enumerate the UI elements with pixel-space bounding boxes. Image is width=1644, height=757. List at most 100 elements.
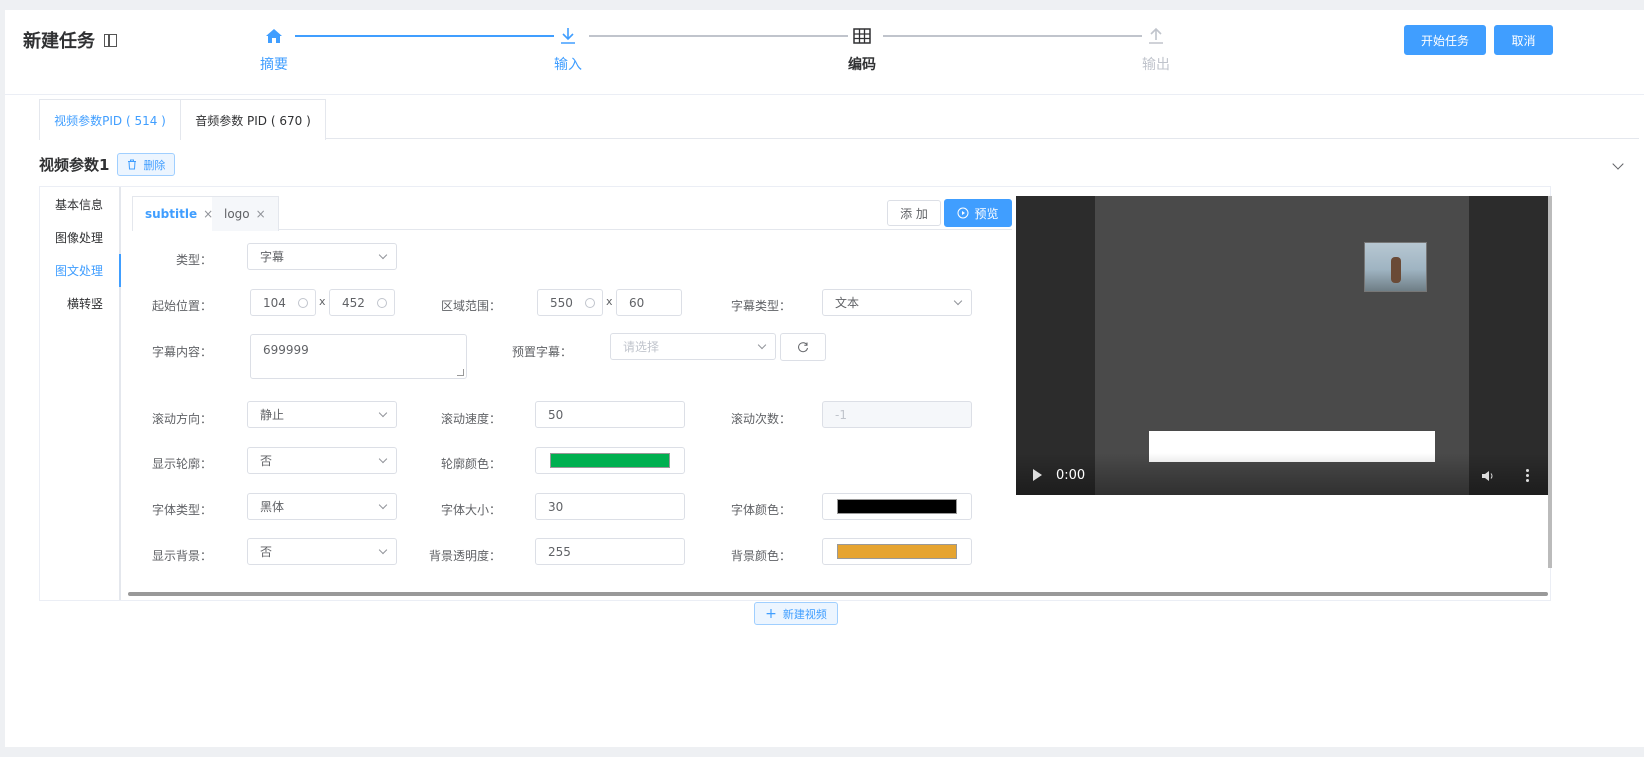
step-connector [883,35,1142,37]
scroll-dir-select[interactable]: 静止 [247,401,397,428]
tab-label: logo [224,207,250,221]
bg-alpha-label: 背景透明度： [428,549,501,563]
preview-label: 预览 [974,206,999,221]
area-height-value: 60 [629,295,645,310]
outline-color-label: 轮廓颜色： [440,457,501,471]
bg-select[interactable]: 否 [247,538,397,565]
area-label: 区域范围： [440,299,501,313]
upload-icon [1126,24,1186,48]
chevron-down-icon [378,250,388,260]
video-letterbox [1016,196,1095,495]
step-label: 输入 [554,57,582,73]
chevron-down-icon [378,454,388,464]
tab-logo[interactable]: logo × [212,196,279,231]
side-nav-item-basic[interactable]: 基本信息 [38,188,119,221]
step-encode[interactable]: 编码 [832,24,892,74]
type-label: 类型： [175,253,212,267]
font-size-input[interactable]: 30 [535,493,685,520]
step-progress: 摘要 输入 编码 输出 [5,10,1644,95]
trash-icon [128,159,137,170]
resize-handle-icon[interactable] [457,369,464,376]
table-icon [832,24,892,48]
video-preview[interactable]: 0:00 [1016,196,1548,495]
outline-value: 否 [260,454,273,468]
chevron-down-icon[interactable] [1612,158,1624,170]
font-size-value: 30 [548,499,564,514]
pid-tabs: 视频参数PID ( 514 ) 音频参数 PID ( 670 ) [39,99,1639,140]
check-circle-icon [585,298,595,308]
font-size-label: 字体大小： [440,503,501,517]
step-label: 摘要 [260,57,288,73]
scroll-count-label: 滚动次数： [730,412,791,426]
play-icon[interactable] [1033,469,1042,481]
outline-select[interactable]: 否 [247,447,397,474]
area-height-input[interactable]: 60 [616,289,682,316]
close-icon[interactable]: × [256,207,266,221]
font-type-select[interactable]: 黑体 [247,493,397,520]
sub-type-select[interactable]: 文本 [822,289,972,316]
start-y-input[interactable]: 452 [329,289,395,316]
step-input[interactable]: 输入 [538,24,598,74]
step-connector [295,35,554,37]
preview-button[interactable]: 预览 [944,199,1012,227]
font-type-value: 黑体 [260,500,285,514]
download-icon [538,24,598,48]
delete-button[interactable]: 删除 [117,153,176,176]
type-select[interactable]: 字幕 [247,243,397,270]
plus-icon: + [765,605,777,622]
scroll-speed-input[interactable]: 50 [535,401,685,428]
more-options-icon[interactable] [1526,469,1529,483]
start-pos-label: 起始位置： [151,299,212,313]
subtitle-content-textarea[interactable]: 699999 [250,334,467,379]
section-header: 视频参数1 删除 [39,153,176,176]
side-nav-item-graphic[interactable]: 图文处理 [40,254,121,287]
bg-label: 显示背景： [151,549,212,563]
sub-type-label: 字幕类型： [730,299,791,313]
side-nav-item-image[interactable]: 图像处理 [38,221,119,254]
refresh-button[interactable] [780,333,826,361]
area-width-input[interactable]: 550 [537,289,603,316]
add-button[interactable]: 添 加 [887,200,941,226]
step-summary[interactable]: 摘要 [244,24,304,74]
video-controls: 0:00 [1016,453,1548,495]
chevron-down-icon [757,340,767,350]
start-y-value: 452 [342,295,365,310]
font-color-picker[interactable] [822,493,972,520]
side-nav-item-rotate[interactable]: 横转竖 [38,287,119,320]
tab-video-pid[interactable]: 视频参数PID ( 514 ) [39,99,181,140]
chevron-down-icon [378,500,388,510]
start-x-input[interactable]: 104 [250,289,316,316]
new-video-button[interactable]: + 新建视频 [754,602,838,625]
outline-color-swatch [550,453,670,468]
scroll-speed-label: 滚动速度： [440,412,501,426]
horizontal-scrollbar[interactable] [128,592,1548,596]
content-label: 字幕内容： [151,345,212,359]
bg-color-picker[interactable] [822,538,972,565]
new-video-label: 新建视频 [782,607,827,621]
content-value: 699999 [263,343,309,357]
bg-alpha-input[interactable]: 255 [535,538,685,565]
cancel-button[interactable]: 取消 [1494,25,1553,55]
separator-x: x [319,295,326,308]
app-window: 新建任务 摘要 输入 编码 输出 开始任务 取消 视频参数PID (514)… [5,10,1644,747]
side-nav: 基本信息 图像处理 图文处理 横转竖 [40,187,121,600]
outline-label: 显示轮廓： [151,457,212,471]
start-task-button[interactable]: 开始任务 [1404,25,1486,55]
font-color-swatch [837,499,957,514]
tab-audio-pid[interactable]: 音频参数 PID ( 670 ) [181,99,326,140]
logo-overlay-image [1364,242,1427,292]
home-icon [244,24,304,48]
overlay-tabs: subtitle × logo × [132,196,1012,231]
check-circle-icon [298,298,308,308]
refresh-icon [798,342,808,353]
volume-icon[interactable] [1481,470,1495,482]
step-output[interactable]: 输出 [1126,24,1186,74]
sub-type-value: 文本 [835,296,860,310]
top-bar: 新建任务 摘要 输入 编码 输出 开始任务 取消 [5,10,1644,95]
chevron-down-icon [953,296,963,306]
preset-select[interactable]: 请选择 [610,333,776,360]
vertical-scrollbar[interactable] [1548,196,1552,568]
bg-color-label: 背景颜色： [730,549,791,563]
outline-color-picker[interactable] [535,447,685,474]
bg-value: 否 [260,545,273,559]
